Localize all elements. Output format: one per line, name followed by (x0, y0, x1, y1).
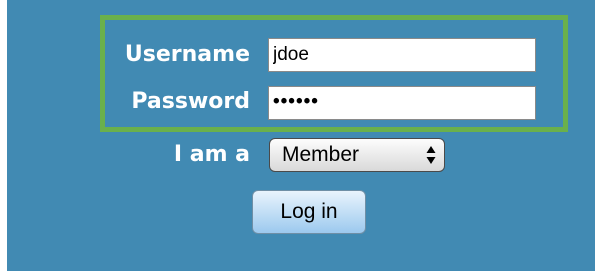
username-field[interactable] (268, 38, 536, 72)
role-label: I am a (173, 142, 250, 167)
password-label: Password (131, 89, 250, 114)
login-page: Username Password •••••• I am a Member L… (0, 0, 603, 271)
login-button[interactable]: Log in (252, 190, 366, 234)
up-down-chevron-icon (426, 146, 436, 164)
password-field[interactable]: •••••• (268, 86, 536, 120)
username-label: Username (124, 42, 250, 67)
role-select[interactable]: Member (269, 138, 445, 172)
role-select-value: Member (282, 143, 360, 166)
